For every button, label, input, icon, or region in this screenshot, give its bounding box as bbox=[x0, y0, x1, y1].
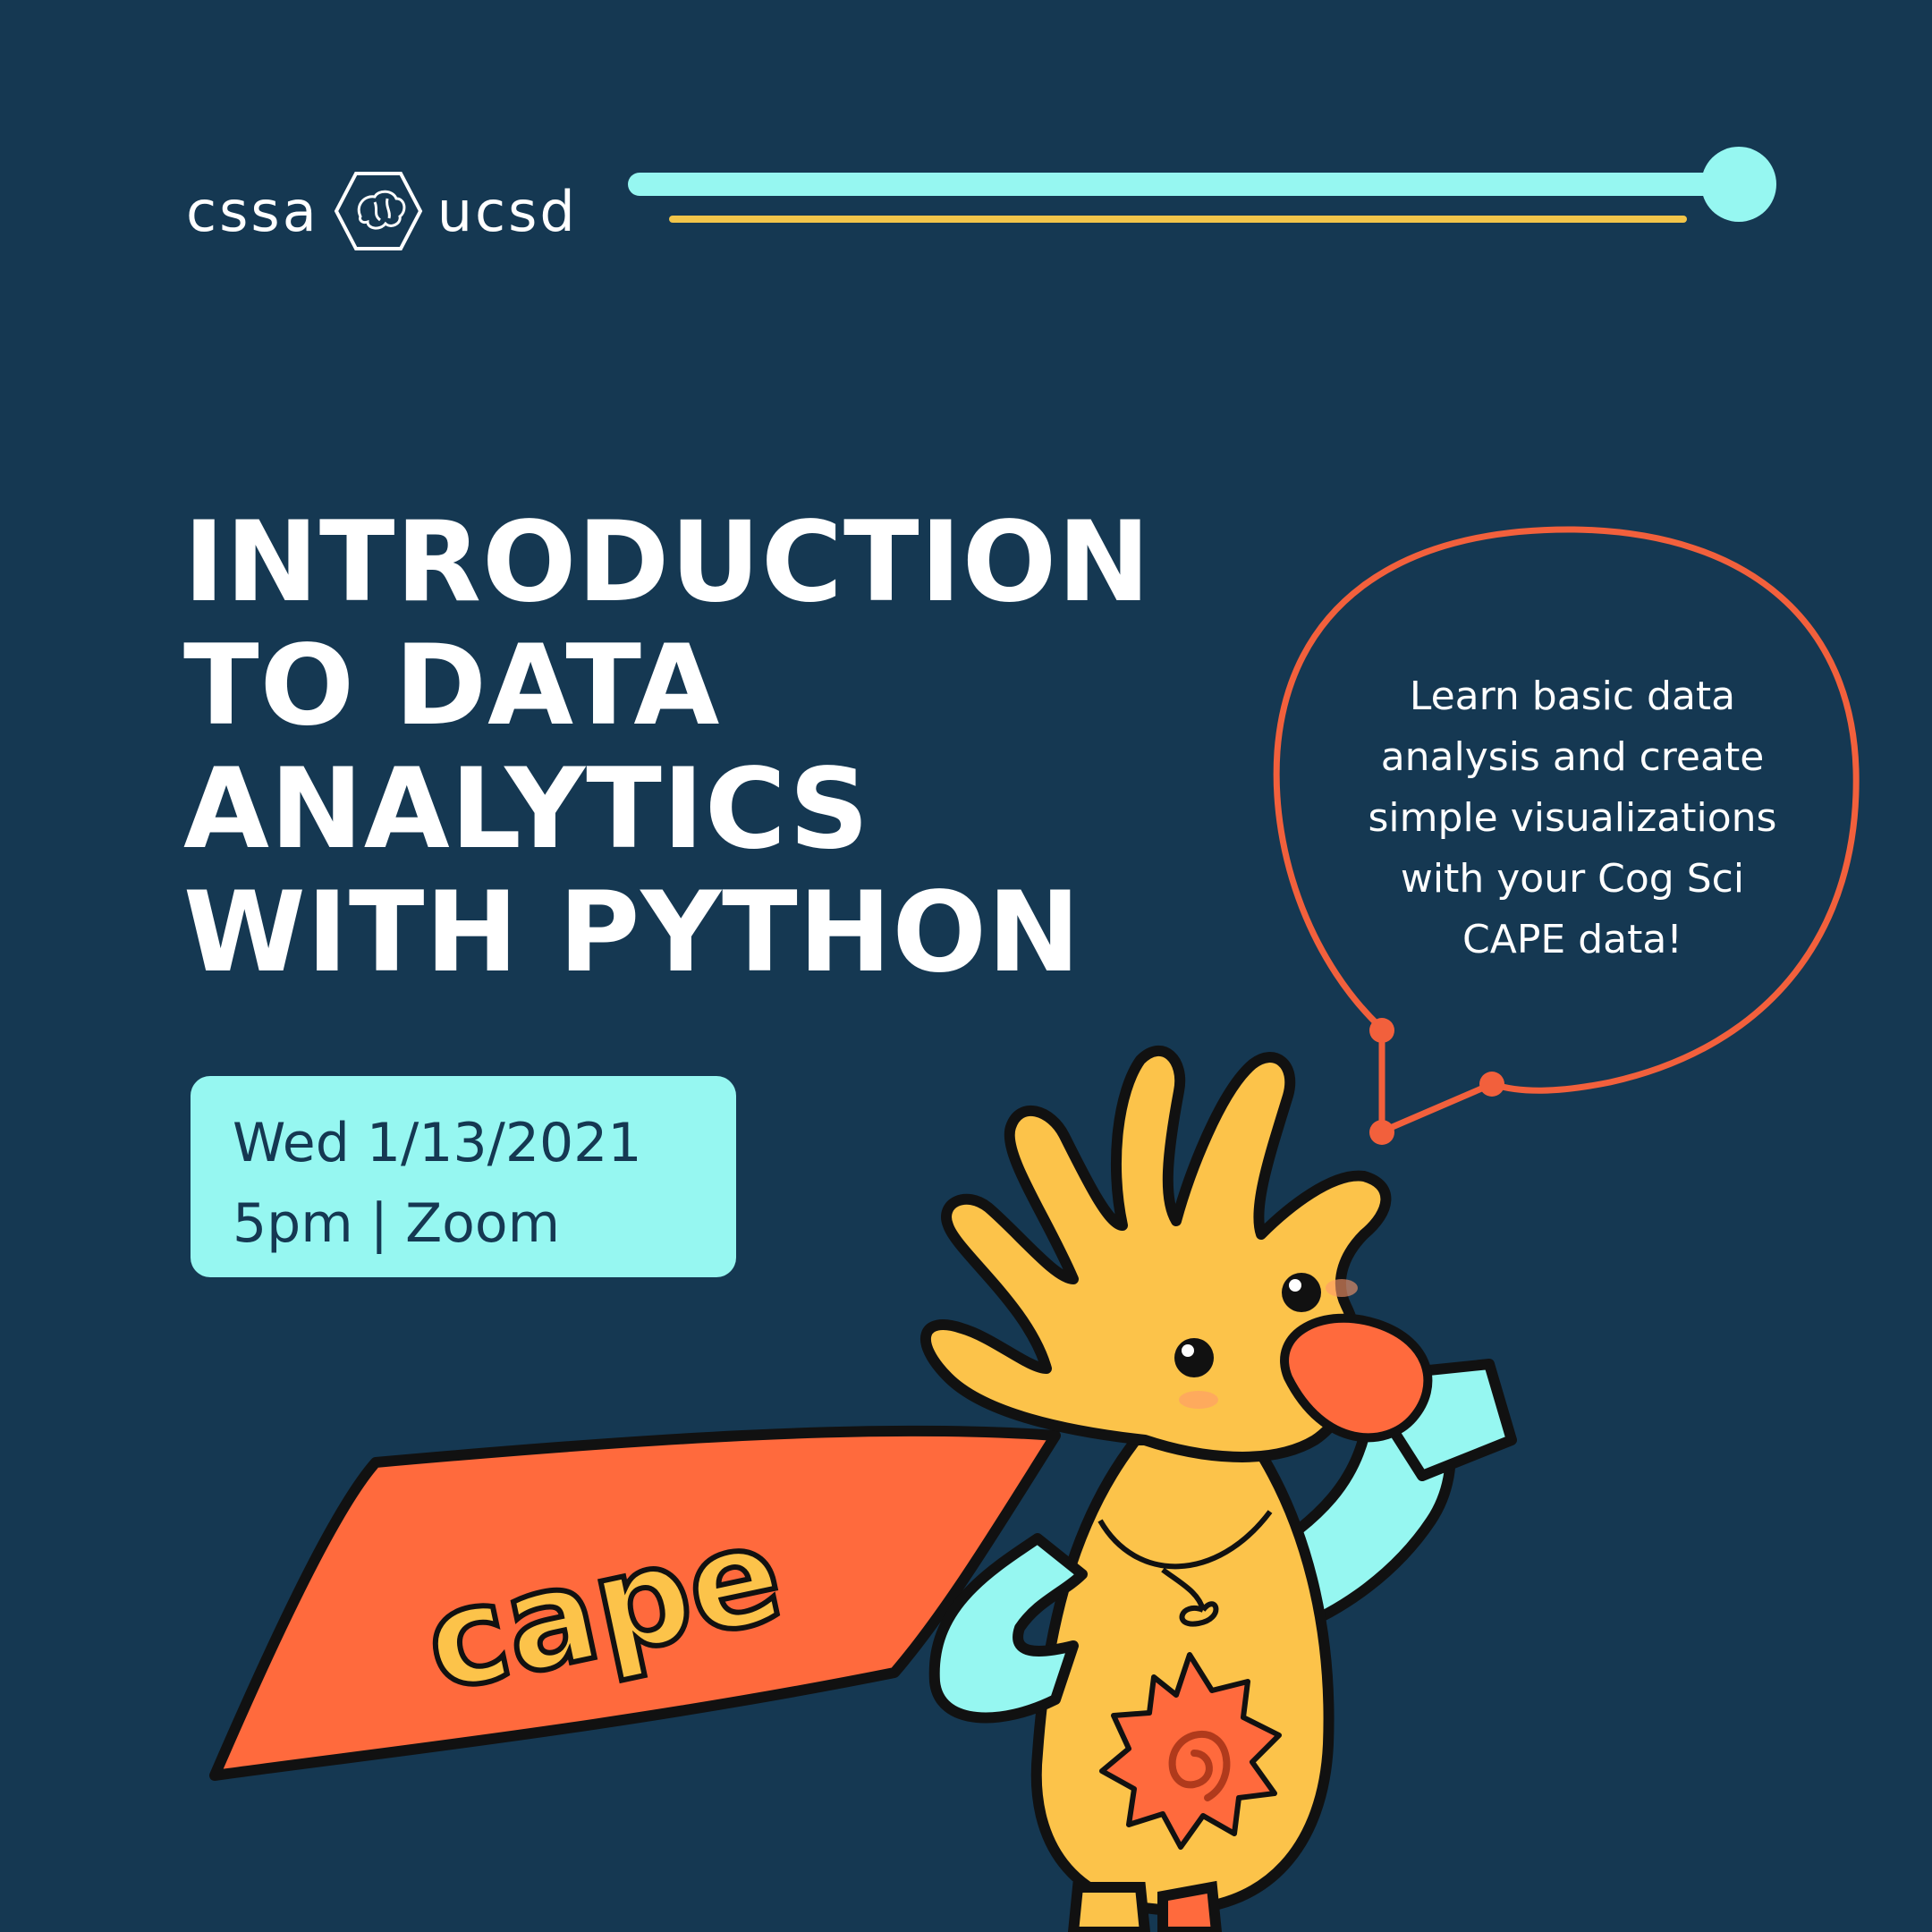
mascot-eye bbox=[1282, 1273, 1321, 1312]
bubble-line: CAPE data! bbox=[1462, 917, 1682, 962]
mascot-eye bbox=[1174, 1338, 1214, 1377]
bubble-line: simple visualizations bbox=[1368, 795, 1777, 841]
bubble-line: Learn basic data bbox=[1409, 674, 1736, 719]
speech-bubble-text: Learn basic data analysis and create sim… bbox=[1322, 666, 1823, 970]
bubble-line: analysis and create bbox=[1380, 734, 1765, 780]
bubble-line: with your Cog Sci bbox=[1400, 856, 1745, 902]
